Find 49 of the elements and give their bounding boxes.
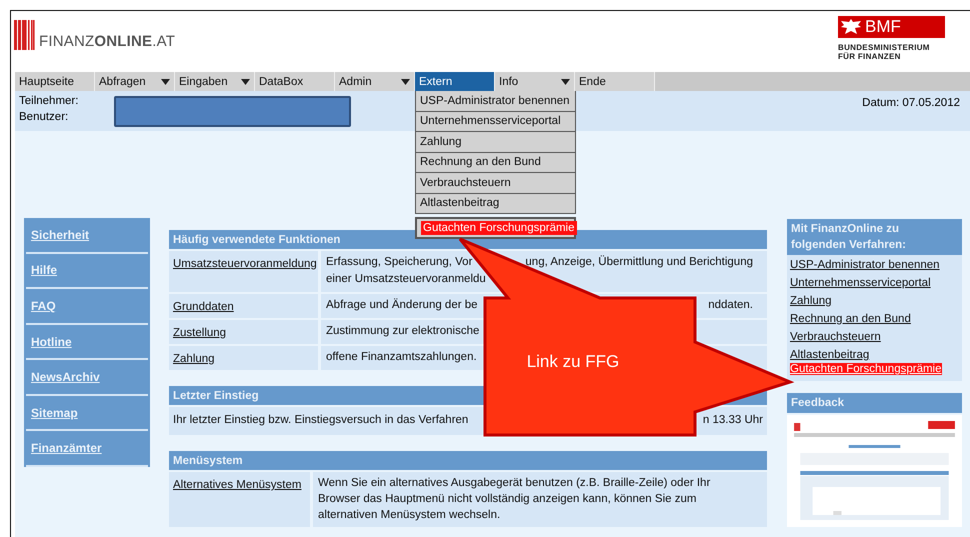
- function-link[interactable]: Alternatives Menüsystem: [173, 479, 302, 491]
- dropdown-item[interactable]: Unternehmensserviceportal: [415, 112, 576, 132]
- function-link[interactable]: Zustellung: [173, 327, 226, 339]
- procedure-link[interactable]: Unternehmensserviceportal: [790, 277, 931, 289]
- ministry-logo: BMF: [838, 16, 945, 38]
- panel-title: Feedback: [787, 393, 962, 413]
- procedure-link[interactable]: Gutachten Forschungsprämie: [790, 363, 942, 375]
- menu-item[interactable]: Abfragen: [95, 72, 175, 91]
- description-text: ung, Anzeige, Übermittlung und Berichtigung: [525, 254, 753, 270]
- menu-item[interactable]: Extern: [415, 72, 495, 91]
- function-link[interactable]: Zahlung: [173, 353, 215, 365]
- dropdown-item[interactable]: Zahlung: [415, 132, 576, 152]
- dropdown-item[interactable]: Verbrauchsteuern: [415, 173, 576, 194]
- procedure-link[interactable]: Verbrauchsteuern: [790, 331, 881, 343]
- dropdown-item[interactable]: Altlastenbeitrag: [415, 194, 576, 214]
- menu-item[interactable]: Info: [495, 72, 575, 91]
- menu-item[interactable]: Hauptseite: [15, 72, 95, 91]
- menu-item[interactable]: Ende: [575, 72, 655, 91]
- last-login-text: n 13.33 Uhr: [702, 413, 763, 428]
- procedure-link[interactable]: Zahlung: [790, 295, 832, 307]
- description-text: Zustimmung zur elektronische: [326, 324, 480, 339]
- description-text: nddaten.: [708, 298, 753, 313]
- section-title: Menüsystem: [169, 451, 767, 470]
- description-text: einer Umsatzsteuervoranmeldu: [326, 272, 486, 287]
- description-text: Abfrage und Änderung der be: [326, 297, 478, 313]
- description-text: offene Finanzamtszahlungen.: [326, 350, 477, 365]
- procedure-link[interactable]: USP-Administrator benennen: [790, 259, 940, 271]
- user-label: Benutzer:: [19, 111, 70, 123]
- menu-item[interactable]: DataBox: [255, 72, 335, 91]
- menu-item[interactable]: Eingaben: [175, 72, 255, 91]
- ministry-name: FÜR FINANZEN: [838, 52, 902, 61]
- logo-text: FINANZONLINE.AT: [39, 33, 176, 50]
- ministry-name: BUNDESMINISTERIUM: [838, 43, 931, 52]
- description-text: Erfassung, Speicherung, Vor: [326, 255, 472, 270]
- date-text: Datum: 07.05.2012: [862, 97, 960, 111]
- description-text: Wenn Sie ein alternatives Ausgabegerät benutzen (z.B. Braille-Zeile) oder Ihr Browser das Hauptmenü nicht vollständig anzeigen kann, können Sie zum alternativen Menüsystem wechseln.: [318, 476, 712, 523]
- last-login-text: Ihr letzter Einstieg bzw. Einstiegsversuch in das Verfahren: [173, 413, 468, 428]
- procedure-link[interactable]: Altlastenbeitrag: [790, 349, 870, 361]
- participant-label: Teilnehmer:: [19, 95, 80, 107]
- logo-icon: [14, 20, 36, 50]
- callout-text: Link zu FFG: [526, 352, 620, 371]
- panel-title: Mit FinanzOnline zu folgenden Verfahren:: [787, 219, 962, 255]
- procedure-link[interactable]: Rechnung an den Bund: [790, 313, 911, 325]
- dropdown-item[interactable]: Rechnung an den Bund: [415, 152, 576, 173]
- function-link[interactable]: Umsatzsteuervoranmeldung: [173, 258, 317, 270]
- dropdown-item[interactable]: Gutachten Forschungsprämie: [415, 217, 576, 239]
- function-link[interactable]: Grunddaten: [173, 301, 234, 313]
- dropdown-item[interactable]: USP-Administrator benennen: [415, 91, 576, 112]
- menu-item[interactable]: Admin: [335, 72, 415, 91]
